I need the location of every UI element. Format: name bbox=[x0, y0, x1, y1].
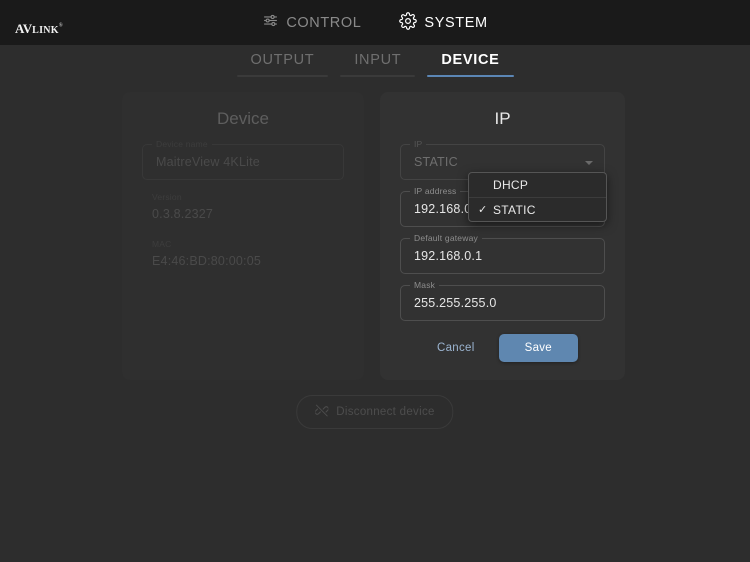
disconnect-device-label: Disconnect device bbox=[336, 406, 435, 418]
tune-icon bbox=[262, 12, 279, 33]
ip-mode-dropdown-menu: DHCP ✓ STATIC bbox=[468, 172, 607, 222]
tab-output-underline bbox=[236, 75, 329, 77]
check-icon: ✓ bbox=[478, 204, 488, 216]
ip-panel-actions: Cancel Save bbox=[380, 334, 625, 362]
link-off-icon bbox=[314, 404, 329, 420]
dropdown-option-static[interactable]: ✓ STATIC bbox=[469, 197, 606, 221]
gear-icon bbox=[399, 11, 418, 34]
version-label: Version bbox=[152, 192, 182, 202]
default-gateway-value: 192.168.0.1 bbox=[414, 249, 483, 263]
nav-item-control[interactable]: CONTROL bbox=[262, 12, 361, 33]
device-name-field[interactable]: Device name MaitreView 4KLite bbox=[142, 139, 344, 180]
device-name-value: MaitreView 4KLite bbox=[156, 155, 260, 169]
default-gateway-label: Default gateway bbox=[410, 233, 482, 244]
mask-value: 255.255.255.0 bbox=[414, 296, 497, 310]
dropdown-option-dhcp-label: DHCP bbox=[493, 178, 529, 192]
tab-input[interactable]: INPUT bbox=[334, 45, 421, 77]
mask-label: Mask bbox=[410, 280, 440, 291]
mac-row: MAC E4:46:BD:80:00:05 bbox=[152, 239, 261, 268]
version-row: Version 0.3.8.2327 bbox=[152, 192, 213, 221]
tab-output-label: OUTPUT bbox=[250, 52, 315, 68]
tab-device[interactable]: DEVICE bbox=[421, 45, 519, 77]
mac-label: MAC bbox=[152, 239, 172, 249]
dropdown-option-dhcp[interactable]: DHCP bbox=[469, 173, 606, 197]
mask-field[interactable]: Mask 255.255.255.0 bbox=[400, 280, 605, 321]
disconnect-device-button[interactable]: Disconnect device bbox=[296, 395, 454, 429]
chevron-down-icon bbox=[585, 161, 593, 165]
save-button[interactable]: Save bbox=[498, 334, 579, 362]
dropdown-option-static-label: STATIC bbox=[493, 202, 536, 217]
top-bar: AVLINK® CONTROL SYSTEM bbox=[0, 0, 750, 45]
tab-bar: OUTPUT INPUT DEVICE bbox=[0, 45, 750, 82]
device-panel: Device Device name MaitreView 4KLite Ver… bbox=[122, 92, 364, 380]
tab-device-label: DEVICE bbox=[441, 52, 500, 68]
ip-panel: IP IP STATIC IP address 192.168.0.122 De… bbox=[380, 92, 625, 380]
app-root: AVLINK® CONTROL SYSTEM OUTPUT INPUT DEVI… bbox=[0, 0, 750, 562]
nav-item-system-label: SYSTEM bbox=[424, 14, 488, 31]
version-value: 0.3.8.2327 bbox=[152, 207, 214, 221]
device-name-label: Device name bbox=[152, 139, 212, 150]
nav-item-control-label: CONTROL bbox=[286, 14, 362, 31]
device-panel-title: Device bbox=[217, 109, 269, 128]
tab-device-underline bbox=[427, 75, 514, 77]
mac-value: E4:46:BD:80:00:05 bbox=[152, 254, 262, 268]
tab-input-label: INPUT bbox=[354, 52, 402, 68]
tab-input-underline bbox=[340, 75, 416, 77]
ip-panel-title: IP bbox=[494, 109, 511, 128]
ip-mode-label: IP bbox=[410, 139, 427, 150]
cancel-button[interactable]: Cancel bbox=[427, 335, 485, 361]
top-nav: CONTROL SYSTEM bbox=[0, 0, 750, 45]
ip-mode-value: STATIC bbox=[414, 155, 458, 169]
tab-output[interactable]: OUTPUT bbox=[231, 45, 335, 77]
main-content: Device Device name MaitreView 4KLite Ver… bbox=[0, 82, 750, 562]
nav-item-system[interactable]: SYSTEM bbox=[399, 11, 488, 34]
ip-address-label: IP address bbox=[410, 186, 461, 197]
default-gateway-field[interactable]: Default gateway 192.168.0.1 bbox=[400, 233, 605, 274]
